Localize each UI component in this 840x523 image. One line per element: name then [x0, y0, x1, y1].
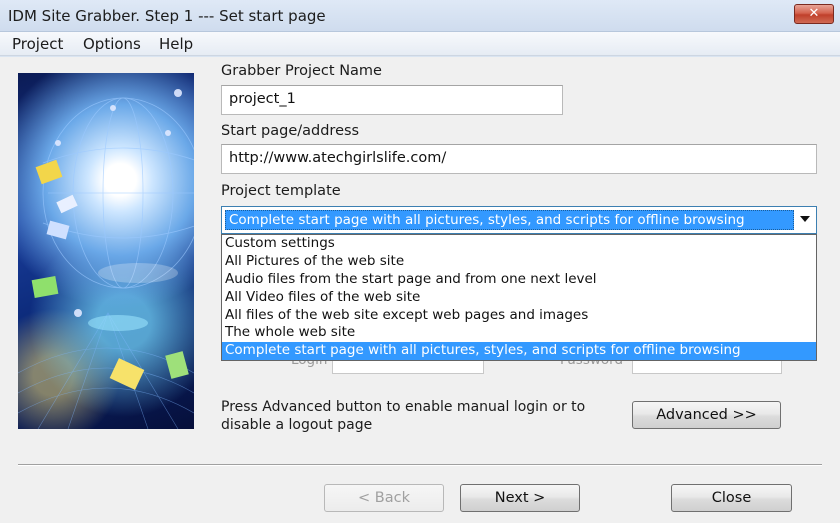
- template-option-all-files[interactable]: All files of the web site except web pag…: [222, 307, 816, 325]
- next-button[interactable]: Next >: [460, 484, 580, 512]
- template-option-whole-site[interactable]: The whole web site: [222, 324, 816, 342]
- project-template-select[interactable]: Complete start page with all pictures, s…: [221, 206, 817, 234]
- project-template-selected: Complete start page with all pictures, s…: [225, 210, 794, 230]
- close-button[interactable]: Close: [671, 484, 792, 512]
- menu-help[interactable]: Help: [159, 35, 193, 53]
- menu-bar: Project Options Help: [0, 32, 840, 56]
- menu-project[interactable]: Project: [12, 35, 63, 53]
- window-title: IDM Site Grabber. Step 1 --- Set start p…: [8, 7, 326, 25]
- back-button[interactable]: < Back: [324, 484, 444, 512]
- footer-separator: [18, 464, 822, 466]
- project-template-dropdown: Custom settings All Pictures of the web …: [221, 234, 817, 361]
- template-option-custom[interactable]: Custom settings: [222, 235, 816, 253]
- project-name-input[interactable]: project_1: [221, 85, 563, 115]
- template-option-video[interactable]: All Video files of the web site: [222, 289, 816, 307]
- chevron-down-icon[interactable]: [800, 216, 810, 222]
- start-page-label: Start page/address: [221, 123, 360, 139]
- template-option-audio[interactable]: Audio files from the start page and from…: [222, 271, 816, 289]
- menu-options[interactable]: Options: [83, 35, 141, 53]
- title-bar: IDM Site Grabber. Step 1 --- Set start p…: [0, 0, 840, 32]
- wizard-banner-image: [18, 73, 194, 429]
- close-icon: ✕: [808, 6, 820, 21]
- globe-illustration: [18, 89, 194, 429]
- advanced-hint-text: Press Advanced button to enable manual l…: [221, 399, 586, 433]
- advanced-button[interactable]: Advanced >>: [632, 401, 781, 429]
- template-option-all-pictures[interactable]: All Pictures of the web site: [222, 253, 816, 271]
- project-template-label: Project template: [221, 183, 341, 199]
- template-option-complete-start-page[interactable]: Complete start page with all pictures, s…: [222, 342, 816, 361]
- window-close-button[interactable]: ✕: [794, 4, 834, 24]
- project-name-label: Grabber Project Name: [221, 63, 382, 79]
- start-page-input[interactable]: http://www.atechgirlslife.com/: [221, 144, 817, 174]
